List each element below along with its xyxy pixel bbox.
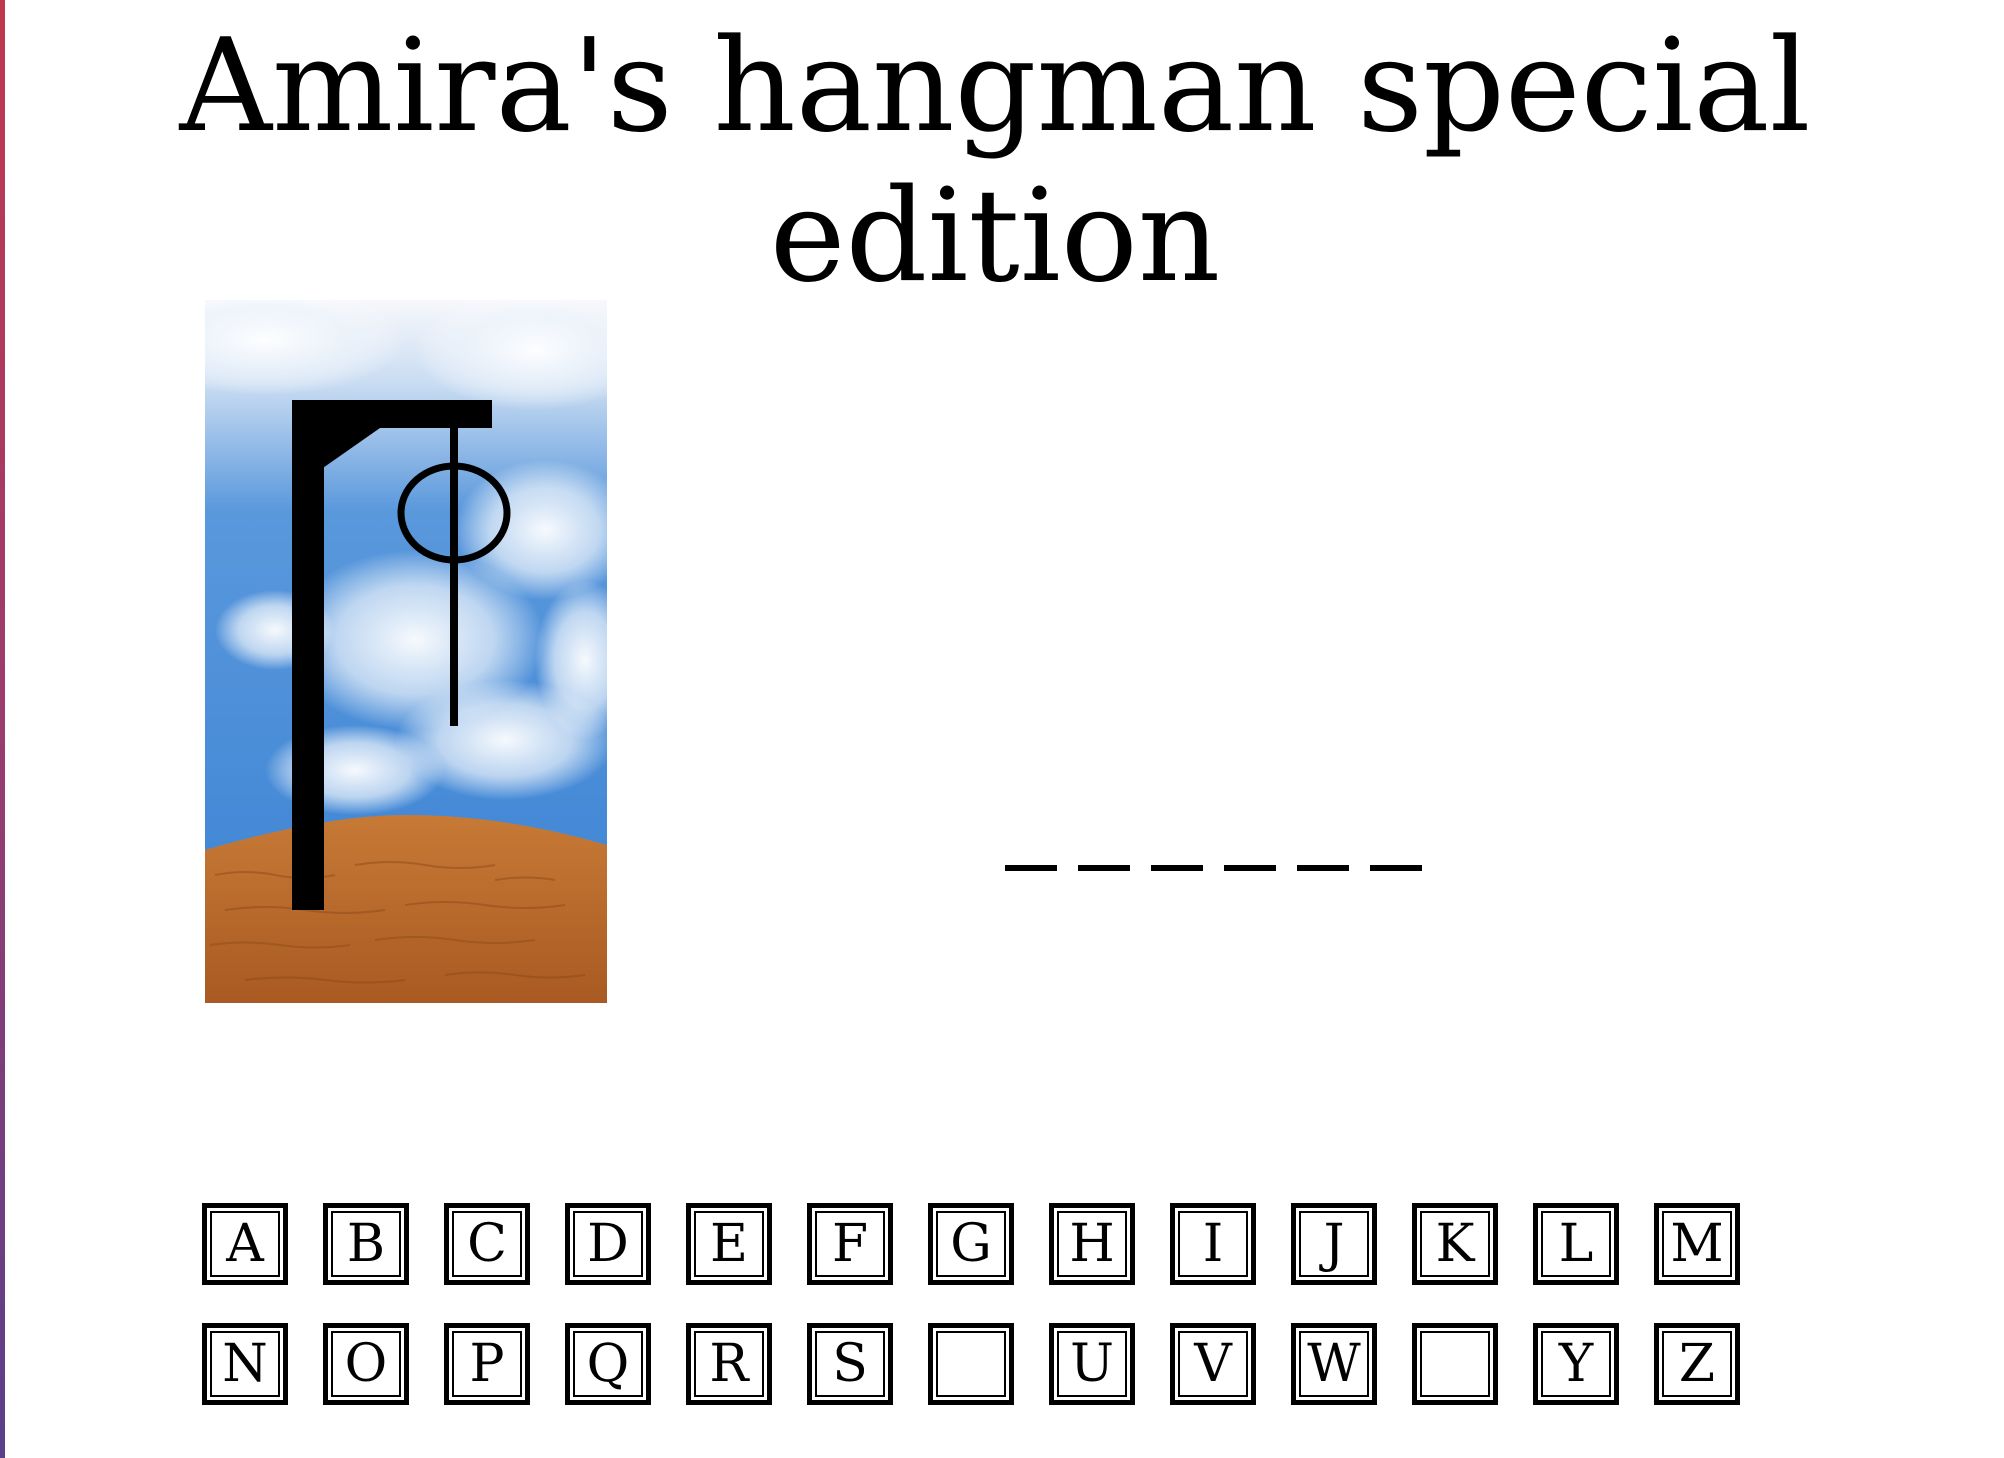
letter-blank xyxy=(1151,865,1203,871)
letter-button-b[interactable]: B xyxy=(323,1203,409,1285)
ground xyxy=(205,815,607,1003)
letter-button-w[interactable]: W xyxy=(1291,1323,1377,1405)
letter-button-u[interactable]: U xyxy=(1049,1323,1135,1405)
letter-button-z[interactable]: Z xyxy=(1654,1323,1740,1405)
letter-button-f[interactable]: F xyxy=(807,1203,893,1285)
letter-blank xyxy=(1078,865,1130,871)
letter-button-i[interactable]: I xyxy=(1170,1203,1256,1285)
gallows-post xyxy=(292,400,324,910)
word-display xyxy=(1005,865,1422,871)
keyboard-row: NOPQRS UVW YZ xyxy=(202,1323,1740,1405)
letter-button-used xyxy=(1412,1323,1498,1405)
letter-button-q[interactable]: Q xyxy=(565,1323,651,1405)
letter-button-e[interactable]: E xyxy=(686,1203,772,1285)
game-screen: Amira's hangman special edition A B C D … xyxy=(0,0,2004,1458)
letter-button-a[interactable]: A xyxy=(202,1203,288,1285)
letter-button-l[interactable]: L xyxy=(1533,1203,1619,1285)
letter-button-y[interactable]: Y xyxy=(1533,1323,1619,1405)
letter-button-n[interactable]: N xyxy=(202,1323,288,1405)
letter-button-h[interactable]: H xyxy=(1049,1203,1135,1285)
letter-button-s[interactable]: S xyxy=(807,1323,893,1405)
gallows-scene xyxy=(205,300,607,1003)
letter-button-j[interactable]: J xyxy=(1291,1203,1377,1285)
letter-button-c[interactable]: C xyxy=(444,1203,530,1285)
page-title: Amira's hangman special edition xyxy=(179,12,1811,311)
letter-blank xyxy=(1370,865,1422,871)
letter-blank xyxy=(1005,865,1057,871)
letter-keyboard: ABCDEFGHIJKLM NOPQRS UVW YZ xyxy=(202,1203,1740,1443)
noose-rope xyxy=(450,426,458,726)
keyboard-row: ABCDEFGHIJKLM xyxy=(202,1203,1740,1285)
letter-button-o[interactable]: O xyxy=(323,1323,409,1405)
letter-blank xyxy=(1297,865,1349,871)
letter-button-m[interactable]: M xyxy=(1654,1203,1740,1285)
letter-button-v[interactable]: V xyxy=(1170,1323,1256,1405)
letter-button-used xyxy=(928,1323,1014,1405)
gallows-beam xyxy=(292,400,492,428)
letter-button-d[interactable]: D xyxy=(565,1203,651,1285)
letter-button-g[interactable]: G xyxy=(928,1203,1014,1285)
letter-button-p[interactable]: P xyxy=(444,1323,530,1405)
letter-button-k[interactable]: K xyxy=(1412,1203,1498,1285)
letter-blank xyxy=(1224,865,1276,871)
letter-button-r[interactable]: R xyxy=(686,1323,772,1405)
